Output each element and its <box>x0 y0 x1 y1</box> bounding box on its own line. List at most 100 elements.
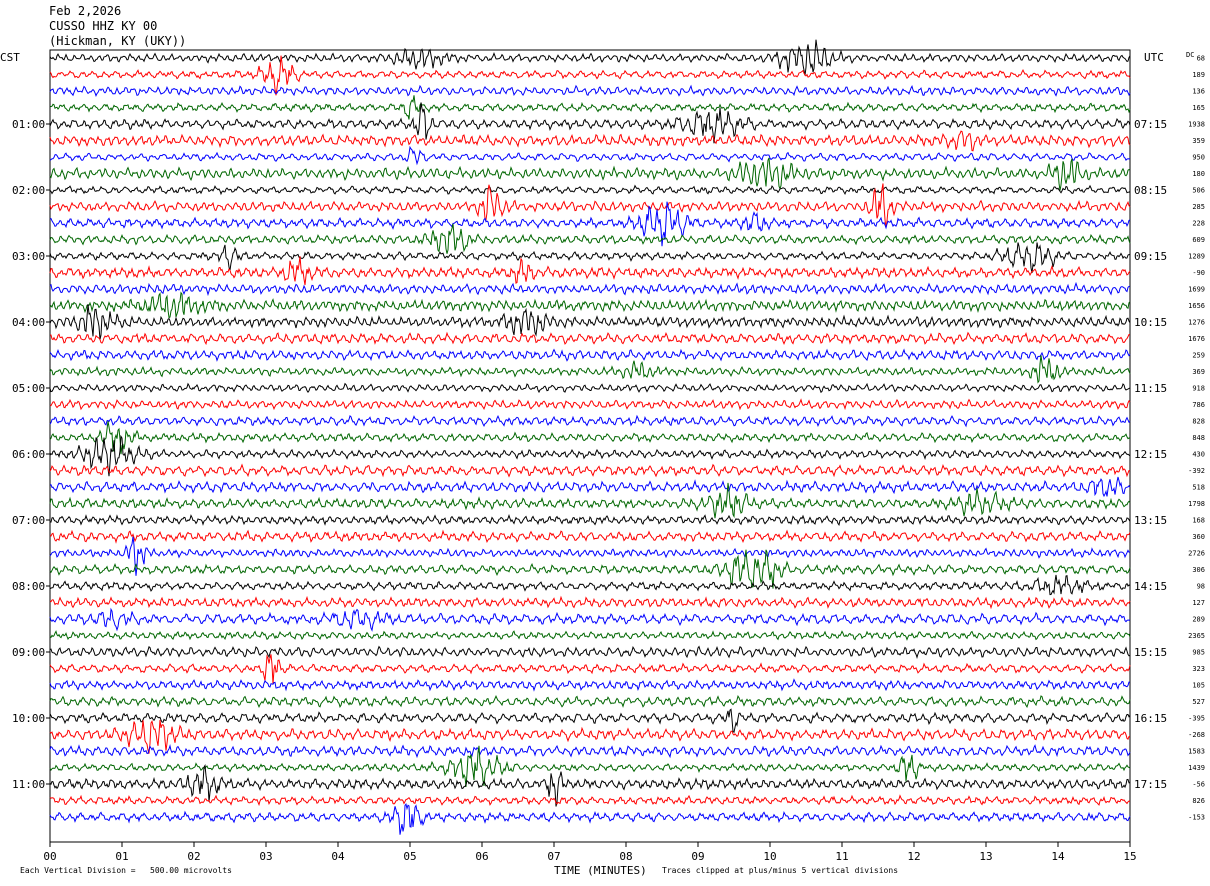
trace-line <box>49 802 1131 835</box>
right-hour-label: 14:15 <box>1134 580 1167 593</box>
dc-offset-label: 609 <box>1192 236 1205 244</box>
x-tick-label: 05 <box>403 850 416 863</box>
trace-line <box>50 331 1130 346</box>
dc-offset-label: 68 <box>1197 55 1205 63</box>
trace-line <box>49 574 1131 596</box>
dc-offset-label: 430 <box>1192 451 1205 459</box>
dc-offset-label: 828 <box>1192 418 1205 426</box>
trace-line <box>49 463 1131 478</box>
dc-offset-label: 950 <box>1192 154 1205 162</box>
trace-line <box>49 645 1131 659</box>
dc-offset-label: 168 <box>1192 517 1205 525</box>
right-timezone-label: UTC <box>1144 51 1164 64</box>
left-hour-label: 01:00 <box>12 118 45 131</box>
dc-offset-label: 1699 <box>1188 286 1205 294</box>
left-hour-label: 05:00 <box>12 382 45 395</box>
trace-line <box>49 39 1131 76</box>
left-hour-label: 04:00 <box>12 316 45 329</box>
dc-offset-label: 259 <box>1192 352 1205 360</box>
dc-offset-label: 518 <box>1192 484 1205 492</box>
dc-offset-label: 1439 <box>1188 764 1205 772</box>
dc-offset-label: 165 <box>1192 104 1205 112</box>
right-hour-label: 07:15 <box>1134 118 1167 131</box>
clip-note: Traces clipped at plus/minus 5 vertical … <box>662 866 899 875</box>
left-hour-label: 10:00 <box>12 712 45 725</box>
trace-line <box>49 184 1131 196</box>
dc-offset-label: 359 <box>1192 137 1205 145</box>
left-hour-label: 11:00 <box>12 778 45 791</box>
scale-note: Each Vertical Division = 500.00 microvol… <box>20 866 232 875</box>
dc-offset-label: 180 <box>1192 170 1205 178</box>
trace-line <box>49 157 1131 191</box>
trace-line <box>49 84 1131 98</box>
trace-line <box>49 694 1131 709</box>
x-tick-label: 06 <box>475 850 488 863</box>
x-tick-label: 04 <box>331 850 345 863</box>
left-hour-label: 06:00 <box>12 448 45 461</box>
dc-offset-label: 1276 <box>1188 319 1205 327</box>
dc-offset-label: 306 <box>1192 566 1205 574</box>
trace-line <box>49 382 1131 394</box>
dc-offset-label: 2365 <box>1188 632 1205 640</box>
left-hour-label: 02:00 <box>12 184 45 197</box>
left-hour-label: 08:00 <box>12 580 45 593</box>
trace-line <box>49 281 1131 297</box>
trace-line <box>49 223 1131 254</box>
trace-line <box>49 398 1131 411</box>
trace-line <box>49 744 1131 759</box>
dc-offset-label: 289 <box>1192 616 1205 624</box>
x-tick-label: 12 <box>907 850 920 863</box>
dc-offset-label: 369 <box>1192 368 1205 376</box>
left-hour-label: 09:00 <box>12 646 45 659</box>
trace-line <box>49 513 1131 526</box>
x-tick-label: 07 <box>547 850 560 863</box>
trace-line <box>49 421 1131 455</box>
trace-line <box>49 595 1131 610</box>
x-tick-label: 02 <box>187 850 200 863</box>
x-tick-label: 15 <box>1123 850 1136 863</box>
left-timezone-label: CST <box>0 51 20 64</box>
x-tick-label: 01 <box>115 850 128 863</box>
dc-offset-label: 189 <box>1192 71 1205 79</box>
right-hour-label: 08:15 <box>1134 184 1167 197</box>
right-hour-label: 15:15 <box>1134 646 1167 659</box>
trace-line <box>49 607 1131 632</box>
x-tick-label: 10 <box>763 850 776 863</box>
dc-label: DC <box>1186 51 1194 59</box>
trace-line <box>49 719 1131 754</box>
dc-offset-label: 285 <box>1192 203 1205 211</box>
right-hour-label: 09:15 <box>1134 250 1167 263</box>
dc-offset-label: 127 <box>1192 599 1205 607</box>
trace-line <box>49 95 1131 120</box>
dc-offset-label: 1583 <box>1188 748 1205 756</box>
trace-line <box>49 145 1130 166</box>
x-axis-title: TIME (MINUTES) <box>554 864 647 877</box>
dc-offset-label: 360 <box>1192 533 1205 541</box>
trace-line <box>49 794 1131 807</box>
trace-line <box>49 678 1131 692</box>
dc-offset-label: 2726 <box>1188 550 1205 558</box>
dc-offset-label: 826 <box>1192 797 1205 805</box>
dc-offset-label: 98 <box>1197 583 1205 591</box>
dc-offset-label: 323 <box>1192 665 1205 673</box>
trace-line <box>49 529 1131 544</box>
dc-offset-label: -268 <box>1188 731 1205 739</box>
dc-offset-label: 506 <box>1192 187 1205 195</box>
x-tick-label: 11 <box>835 850 848 863</box>
dc-offset-label: 786 <box>1192 401 1205 409</box>
dc-offset-label: -153 <box>1188 814 1205 822</box>
dc-offset-label: 1656 <box>1188 302 1205 310</box>
trace-line <box>49 536 1131 576</box>
axis-group: 68 189 136 165 1938 359 950 180 506 285 228 609 1289… <box>12 55 1205 864</box>
x-tick-label: 09 <box>691 850 704 863</box>
x-tick-label: 08 <box>619 850 632 863</box>
right-hour-label: 12:15 <box>1134 448 1167 461</box>
dc-offset-label: 848 <box>1192 434 1205 442</box>
right-hour-label: 10:15 <box>1134 316 1167 329</box>
trace-line <box>49 256 1131 286</box>
dc-offset-label: -56 <box>1192 781 1205 789</box>
trace-line <box>49 654 1131 685</box>
dc-offset-label: 985 <box>1192 649 1205 657</box>
trace-line <box>49 130 1131 152</box>
trace-line <box>49 55 1131 96</box>
